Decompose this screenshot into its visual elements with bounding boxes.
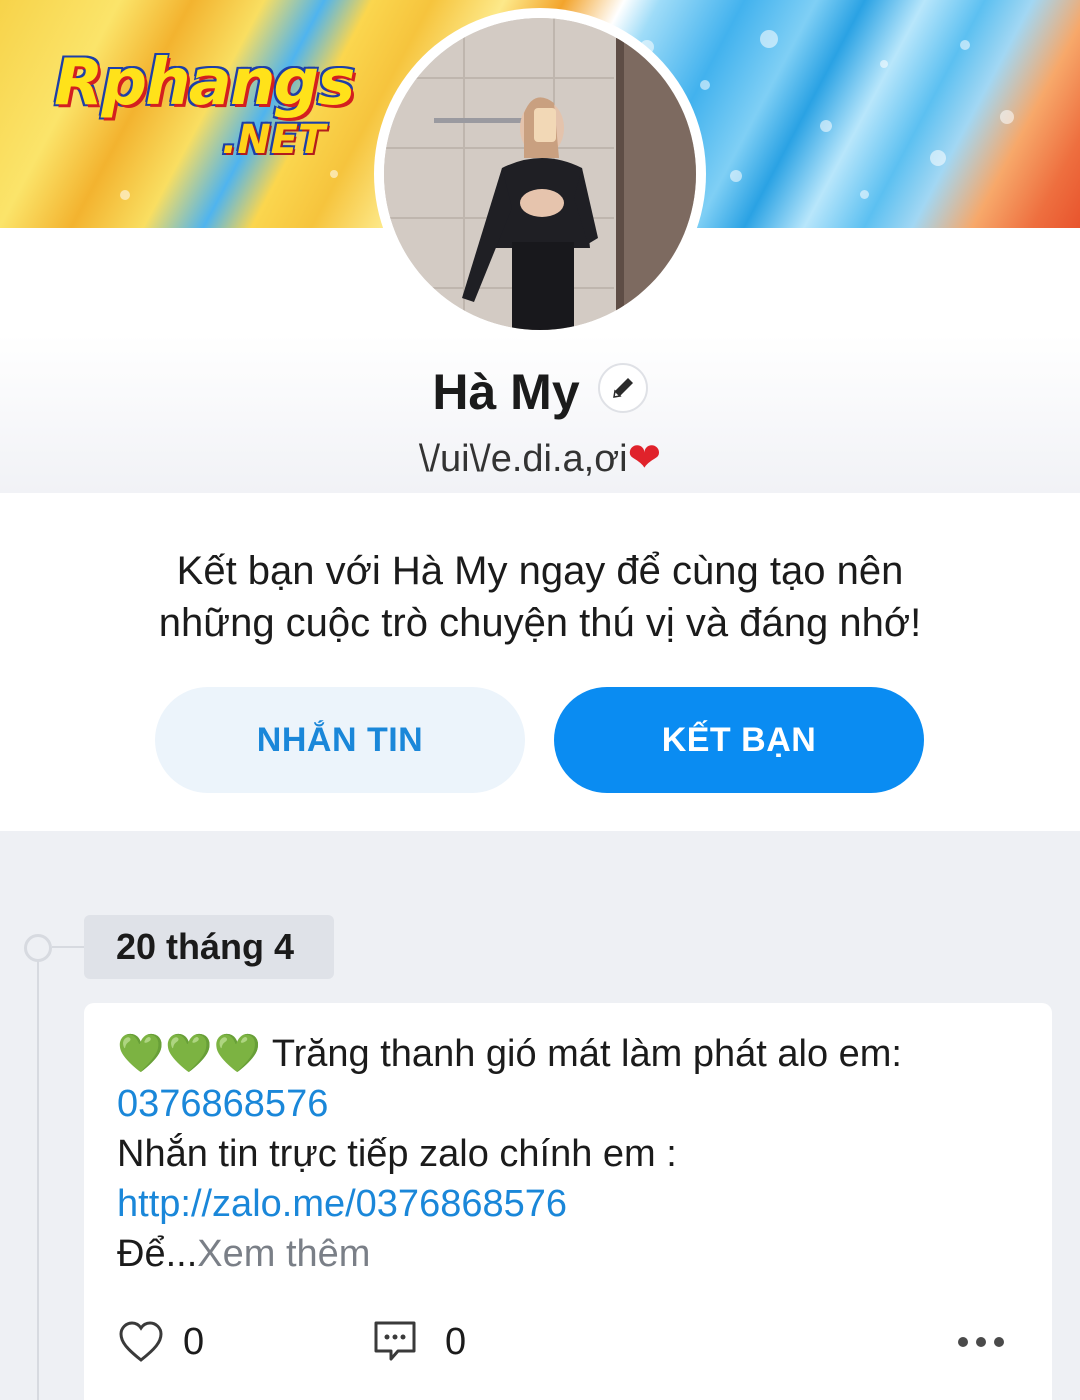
post-truncated-text: Để... <box>117 1233 198 1275</box>
profile-name: Hà My <box>432 364 580 420</box>
watermark-logo: Rphangs .NET <box>54 46 384 176</box>
post-line-3: Nhắn tin trực tiếp zalo chính em : <box>117 1133 677 1175</box>
logo-subtext: .NET <box>222 117 326 163</box>
invite-line-1: Kết bạn với Hà My ngay để cùng tạo nên <box>176 549 904 593</box>
post-date-chip: 20 tháng 4 <box>84 915 334 979</box>
comment-count: 0 <box>445 1321 467 1363</box>
edit-name-button[interactable] <box>597 363 648 413</box>
timeline-line <box>37 958 39 1400</box>
status-text: \/ui\/e.di.a,ơi <box>418 438 628 480</box>
like-count: 0 <box>183 1321 205 1363</box>
more-options-button[interactable] <box>947 1314 1027 1370</box>
comment-icon <box>374 1321 416 1361</box>
like-button[interactable]: 0 <box>117 1314 217 1370</box>
post-line-1: Trăng thanh gió mát làm phát alo em: <box>261 1033 902 1075</box>
status-heart-emoji: ❤ <box>627 436 662 480</box>
post-card[interactable]: 💚💚💚 Trăng thanh gió mát làm phát alo em:… <box>84 1003 1052 1400</box>
message-button[interactable]: NHẮN TIN <box>155 687 525 793</box>
invite-line-2: những cuộc trò chuyện thú vị và đáng nhớ… <box>158 601 922 645</box>
zalo-url-link[interactable]: http://zalo.me/0376868576 <box>117 1183 567 1225</box>
more-dots-icon <box>958 1337 1004 1347</box>
timeline-connector <box>52 946 84 948</box>
friend-invite-section: Kết bạn với Hà My ngay để cùng tạo nên n… <box>0 493 1080 831</box>
see-more-link[interactable]: Xem thêm <box>197 1233 370 1275</box>
post-actions: 0 0 <box>117 1314 1027 1370</box>
green-hearts-emoji: 💚💚💚 <box>117 1033 262 1075</box>
heart-outline-icon <box>119 1321 163 1362</box>
logo-text: Rphangs <box>54 46 355 120</box>
avatar-photo <box>384 18 696 330</box>
post-content[interactable]: 💚💚💚 Trăng thanh gió mát làm phát alo em:… <box>117 1029 1017 1279</box>
edit-pencil-icon <box>612 378 633 398</box>
timeline-dot <box>24 934 52 962</box>
add-friend-button[interactable]: KẾT BẠN <box>554 687 924 793</box>
avatar[interactable] <box>384 18 696 330</box>
phone-link[interactable]: 0376868576 <box>117 1083 328 1125</box>
invite-message: Kết bạn với Hà My ngay để cùng tạo nên n… <box>60 545 1020 649</box>
profile-status: \/ui\/e.di.a,ơi❤ <box>0 432 1080 485</box>
comment-button[interactable]: 0 <box>371 1314 481 1370</box>
